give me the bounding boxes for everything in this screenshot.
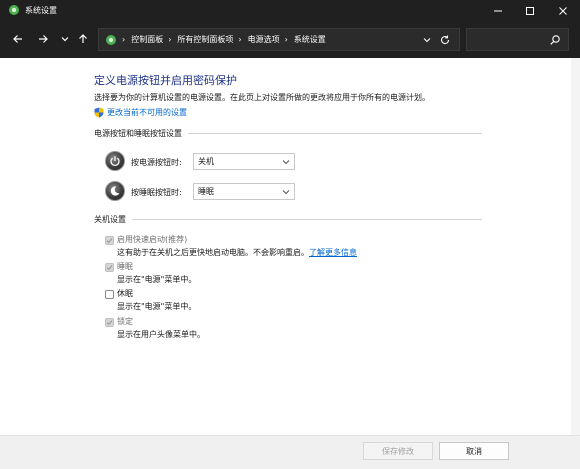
scrollbar[interactable] <box>571 58 580 435</box>
forward-button[interactable] <box>34 29 52 49</box>
close-icon <box>558 6 567 15</box>
page-title: 定义电源按钮并启用密码保护 <box>94 74 237 87</box>
chevron-down-icon <box>61 37 69 42</box>
dialog-footer: 保存修改 取消 <box>0 435 580 469</box>
fast-startup-label: 启用快速启动(推荐) <box>117 235 188 244</box>
change-settings-label: 更改当前不可用的设置 <box>107 108 187 117</box>
address-bar[interactable]: › 控制面板 › 所有控制面板项 › 电源选项 › 系统设置 <box>98 28 460 51</box>
refresh-icon[interactable] <box>439 34 451 46</box>
checkmark-icon <box>106 320 113 326</box>
maximize-button[interactable] <box>513 0 546 21</box>
power-icon <box>110 156 120 167</box>
lock-menu-description: 显示在用户头像菜单中。 <box>117 330 205 339</box>
arrow-left-icon <box>13 35 22 43</box>
fast-startup-checkbox[interactable] <box>105 236 114 245</box>
hibernate-menu-checkbox[interactable] <box>105 290 114 299</box>
sleep-menu-description: 显示在"电源"菜单中。 <box>117 275 197 284</box>
minimize-icon <box>493 10 502 11</box>
breadcrumb-separator: › <box>122 35 126 44</box>
checkmark-icon <box>106 238 113 244</box>
breadcrumb-separator: › <box>238 35 242 44</box>
sleep-button-action-select[interactable]: 睡眠 <box>193 183 295 200</box>
recent-locations-button[interactable] <box>56 29 74 49</box>
section-divider <box>188 133 482 134</box>
learn-more-link[interactable]: 了解更多信息 <box>309 248 357 257</box>
breadcrumb-control-panel[interactable]: 控制面板 <box>131 34 163 45</box>
minimize-button[interactable] <box>481 0 514 21</box>
back-button[interactable] <box>9 29 27 49</box>
maximize-icon <box>525 6 534 15</box>
power-button-label: 按电源按钮时: <box>131 158 182 167</box>
title-bar: 系统设置 <box>0 0 580 21</box>
breadcrumb-separator: › <box>284 35 288 44</box>
breadcrumb-system-settings[interactable]: 系统设置 <box>294 34 326 45</box>
arrow-up-icon <box>79 34 87 43</box>
fast-startup-desc-text: 这有助于在关机之后更快地启动电脑。不会影响重启。 <box>117 248 309 257</box>
lock-menu-checkbox[interactable] <box>105 318 114 327</box>
shutdown-section-heading: 关机设置 <box>94 215 126 224</box>
window-title: 系统设置 <box>25 6 57 15</box>
save-changes-button[interactable]: 保存修改 <box>363 442 433 460</box>
power-button-action-select[interactable]: 关机 <box>193 153 295 170</box>
power-button-icon <box>105 151 125 171</box>
close-button[interactable] <box>546 0 579 21</box>
breadcrumb-separator: › <box>168 35 172 44</box>
chevron-down-icon <box>282 160 290 165</box>
moon-icon <box>110 186 120 196</box>
arrow-right-icon <box>39 35 48 43</box>
power-button-action-value: 关机 <box>198 157 214 166</box>
sleep-menu-checkbox[interactable] <box>105 263 114 272</box>
fast-startup-description: 这有助于在关机之后更快地启动电脑。不会影响重启。了解更多信息 <box>117 247 357 258</box>
chevron-down-icon <box>282 190 290 195</box>
hibernate-menu-label: 休眠 <box>117 289 133 298</box>
chevron-down-icon[interactable] <box>421 34 433 46</box>
up-button[interactable] <box>74 29 92 49</box>
navigation-bar: › 控制面板 › 所有控制面板项 › 电源选项 › 系统设置 <box>0 21 580 58</box>
checkmark-icon <box>106 265 113 271</box>
sleep-button-label: 按睡眠按钮时: <box>131 188 182 197</box>
sleep-button-action-value: 睡眠 <box>198 187 214 196</box>
hibernate-menu-description: 显示在"电源"菜单中。 <box>117 302 197 311</box>
search-input[interactable] <box>466 28 569 51</box>
search-icon <box>550 35 560 45</box>
power-section-heading: 电源按钮和睡眠按钮设置 <box>94 129 182 138</box>
control-panel-icon <box>106 34 116 45</box>
sleep-button-icon <box>105 181 125 201</box>
change-settings-link[interactable]: 更改当前不可用的设置 <box>94 107 187 118</box>
section-divider <box>132 219 482 220</box>
breadcrumb-all-items[interactable]: 所有控制面板项 <box>177 34 233 45</box>
uac-shield-icon <box>94 107 104 118</box>
page-description: 选择要为你的计算机设置的电源设置。在此页上对设置所做的更改将应用于你所有的电源计… <box>94 93 430 102</box>
sleep-menu-label: 睡眠 <box>117 262 133 271</box>
lock-menu-label: 锁定 <box>117 317 133 326</box>
cancel-button[interactable]: 取消 <box>439 442 509 460</box>
breadcrumb-power-options[interactable]: 电源选项 <box>248 34 280 45</box>
control-panel-icon <box>9 5 19 15</box>
